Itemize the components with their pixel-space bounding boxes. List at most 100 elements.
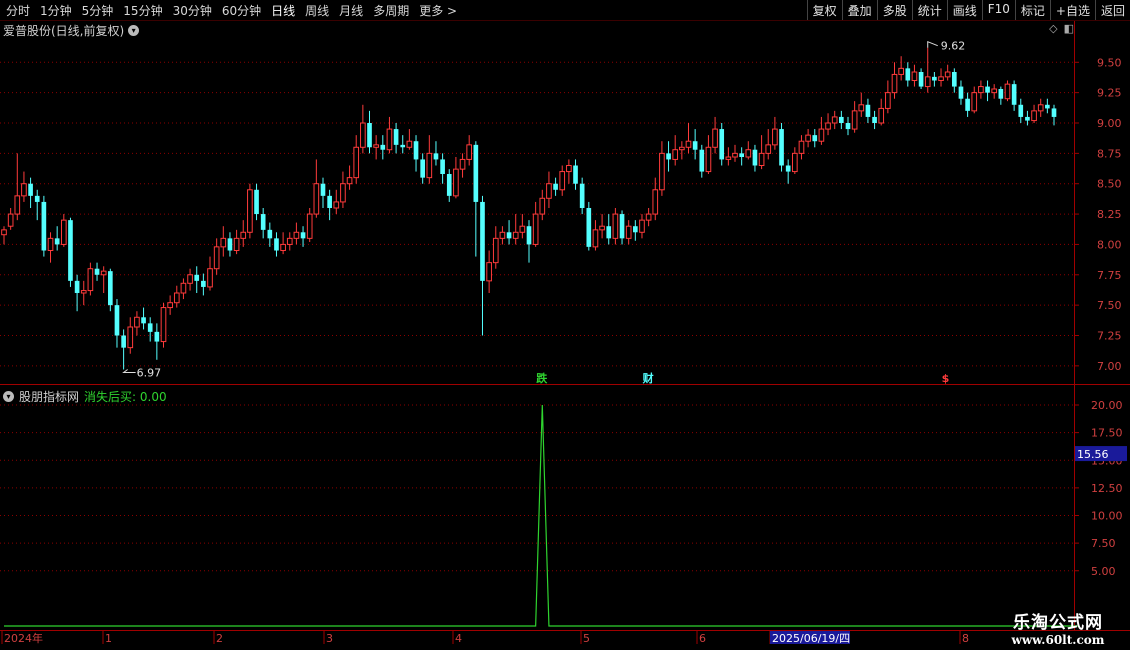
candle-body	[173, 292, 180, 304]
candle-body	[625, 225, 632, 239]
candle-body	[147, 323, 153, 332]
candle-body	[932, 76, 937, 81]
candle-body	[672, 149, 679, 160]
candle-body	[739, 153, 744, 157]
candle-body	[167, 302, 173, 309]
candle-body	[68, 220, 73, 281]
candle-body	[60, 219, 67, 245]
candle-body	[858, 104, 865, 112]
price-tick-label: 7.75	[1097, 269, 1122, 282]
date-cursor-label: 2025/06/19/四	[772, 632, 850, 645]
candle-body	[666, 153, 671, 160]
candle-body	[306, 213, 313, 239]
candle-body	[340, 183, 346, 203]
candle-body	[333, 201, 340, 209]
candle-body	[898, 67, 904, 75]
candle-body	[659, 152, 665, 191]
candle-body	[367, 123, 372, 148]
candle-body	[320, 183, 326, 196]
current-value-label: 15.56	[1077, 448, 1109, 461]
date-label: 1	[105, 632, 112, 645]
candle-body	[719, 129, 725, 160]
candle-body	[187, 274, 193, 284]
candle-body	[679, 146, 685, 151]
date-label: 2024年	[4, 631, 43, 645]
candle-body	[286, 237, 293, 245]
candle-body	[127, 326, 134, 349]
candle-body	[240, 231, 247, 239]
indicator-line	[4, 404, 1079, 627]
candle-body	[619, 214, 625, 239]
candle-body	[160, 307, 167, 343]
candle-body	[480, 201, 485, 281]
candle-body	[712, 128, 718, 148]
candle-body	[154, 331, 160, 342]
candle-body	[426, 152, 433, 179]
candle-body	[918, 72, 924, 87]
candle-body	[951, 72, 957, 87]
price-tick-label: 9.00	[1097, 117, 1122, 130]
candle-body	[180, 282, 187, 294]
candle-body	[685, 140, 692, 148]
watermark-url: www.60lt.com	[1011, 633, 1105, 647]
candle-body	[573, 165, 578, 184]
candle-body	[1, 229, 7, 236]
candle-body	[938, 76, 944, 81]
candle-body	[785, 165, 791, 172]
candle-body	[41, 201, 47, 251]
candle-body	[752, 149, 758, 166]
candle-body	[80, 290, 87, 294]
candle-body	[400, 144, 406, 148]
candle-body	[327, 195, 332, 208]
candle-body	[758, 152, 765, 167]
candle-body	[420, 159, 425, 178]
candle-body	[499, 231, 506, 239]
candle-body	[645, 213, 652, 221]
candle-body	[313, 183, 320, 215]
candle-body	[592, 229, 599, 248]
candle-body	[94, 268, 100, 275]
candle-body	[772, 128, 778, 146]
candle-body	[526, 226, 532, 245]
candle-body	[393, 129, 399, 145]
price-tick-label: 8.75	[1097, 147, 1122, 160]
candle-body	[293, 231, 300, 239]
candle-body	[805, 134, 811, 142]
candle-body	[380, 144, 386, 150]
event-marker: $	[942, 372, 950, 385]
candle-body	[28, 183, 33, 196]
candle-body	[998, 89, 1004, 99]
price-tick-label: 8.00	[1097, 238, 1122, 251]
date-label: 4	[455, 632, 462, 645]
candle-body	[134, 316, 140, 328]
candle-body	[260, 214, 266, 230]
candle-body	[267, 229, 273, 239]
event-marker: 跌	[536, 371, 548, 385]
candle-body	[7, 213, 14, 227]
candle-body	[779, 129, 784, 166]
candle-body	[1051, 108, 1057, 117]
candle-body	[459, 158, 466, 170]
chart-canvas[interactable]: 9.50 9.25 9.00 8.75 8.50 8.25 8.00 7.75 7.50 7.25…	[0, 0, 1130, 650]
candle-body	[74, 280, 80, 293]
candle-body	[114, 305, 120, 336]
candle-body	[227, 238, 233, 251]
candle-body	[446, 174, 452, 196]
candle-body	[512, 231, 519, 239]
candle-body	[905, 68, 911, 81]
candle-body	[492, 237, 499, 264]
candle-body	[486, 262, 492, 282]
watermark: 乐淘公式网 www.60lt.com	[992, 608, 1124, 647]
candle-body	[47, 237, 54, 252]
price-tick-label: 7.25	[1097, 330, 1122, 343]
candle-body	[652, 189, 659, 215]
indicator-tick-label: 5.00	[1091, 565, 1116, 578]
indicator-tick-label: 17.50	[1091, 427, 1123, 440]
candle-body	[440, 159, 445, 174]
candle-body	[1025, 116, 1030, 121]
candle-body	[386, 128, 393, 151]
candle-body	[812, 135, 818, 142]
candle-body	[406, 140, 413, 148]
event-marker: 财	[642, 371, 654, 385]
candle-body	[705, 146, 712, 173]
